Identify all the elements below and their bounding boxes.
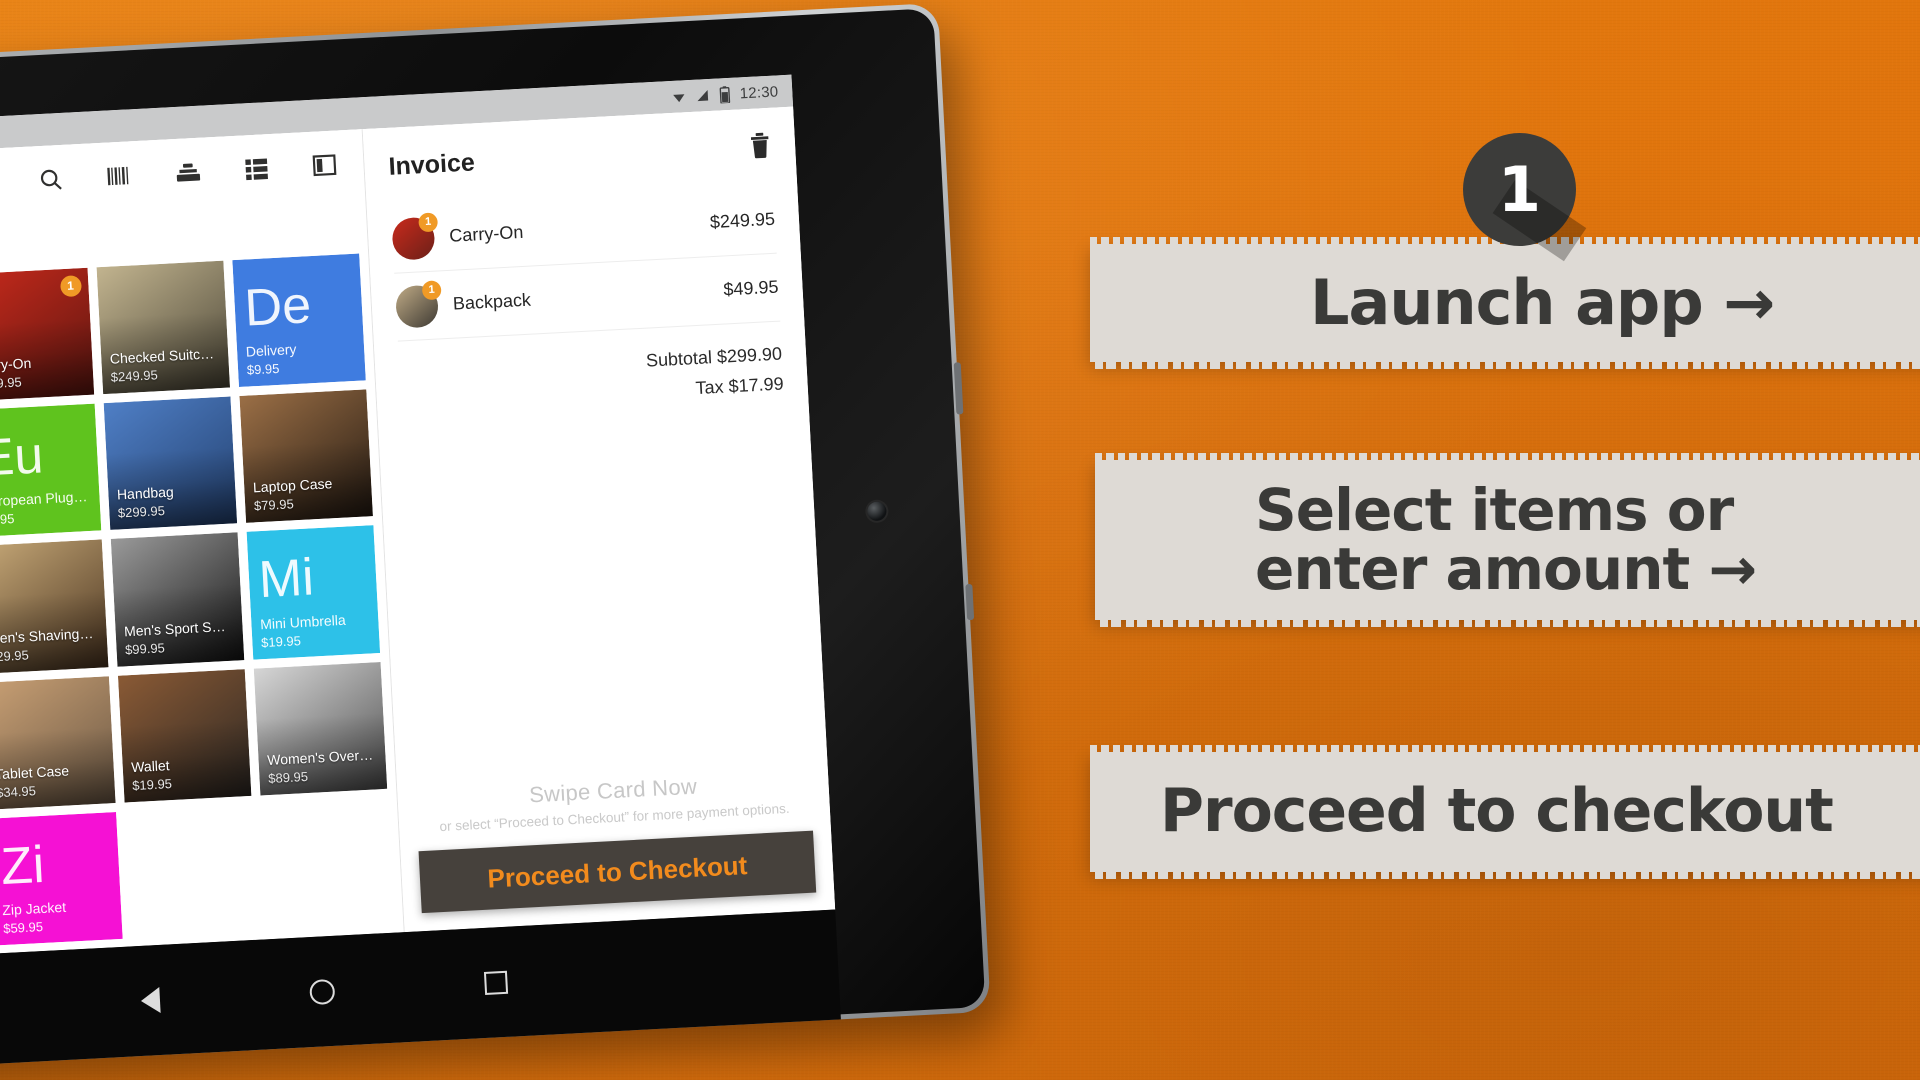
product-monogram: Eu bbox=[0, 426, 45, 488]
recents-icon[interactable] bbox=[483, 970, 508, 995]
invoice-total-value: $299.90 bbox=[716, 343, 783, 367]
signal-icon bbox=[695, 87, 711, 103]
product-price: $59.95 bbox=[2, 919, 44, 937]
invoice-item-name: Carry-On bbox=[448, 221, 524, 246]
product-tile[interactable]: Zi Zip Jacket $59.95 bbox=[0, 811, 123, 946]
product-tile[interactable]: Tablet Case $34.95 bbox=[0, 675, 116, 810]
product-tile[interactable]: Mi Mini Umbrella $19.95 bbox=[246, 525, 381, 660]
product-monogram: Zi bbox=[0, 835, 46, 896]
quantity-badge: 1 bbox=[59, 274, 82, 297]
invoice-item-thumbnail: 1 bbox=[391, 211, 439, 261]
step-number-badge: 1 bbox=[1463, 133, 1587, 262]
product-tile[interactable]: Wallet $19.95 bbox=[117, 668, 252, 803]
product-tile[interactable]: De Delivery $9.95 bbox=[232, 253, 366, 388]
barcode-icon[interactable] bbox=[105, 162, 133, 189]
step-number: 1 bbox=[1497, 153, 1542, 226]
invoice-quantity-badge: 1 bbox=[421, 279, 442, 300]
cash-drawer-icon[interactable] bbox=[174, 159, 202, 186]
home-icon[interactable] bbox=[308, 978, 335, 1005]
pos-app: ITEM DISCOUNTS 1Backpack$249.951Carry-On… bbox=[0, 106, 836, 962]
instruction-label-2b: enter amount bbox=[1255, 535, 1690, 603]
instruction-text-3: Proceed to checkout bbox=[1160, 776, 1834, 847]
search-icon[interactable] bbox=[37, 166, 64, 193]
product-tile[interactable]: Women's Over… $89.95 bbox=[253, 661, 388, 796]
invoice-pane: Invoice 1 Carry-On $249.95 1 Backpack $4… bbox=[362, 106, 836, 933]
invoice-title: Invoice bbox=[387, 147, 476, 181]
catalog-pane: ITEM DISCOUNTS 1Backpack$249.951Carry-On… bbox=[0, 129, 405, 962]
invoice-item-price: $249.95 bbox=[709, 208, 776, 233]
invoice-quantity-badge: 1 bbox=[418, 211, 439, 232]
instruction-strip-2: Select items or enter amount → bbox=[1095, 460, 1920, 620]
invoice-line-items: 1 Carry-On $249.95 1 Backpack $49.95 bbox=[367, 185, 805, 343]
back-icon[interactable] bbox=[139, 987, 161, 1014]
invoice-item-price: $49.95 bbox=[722, 276, 779, 300]
tablet-screen: 12:30 1 Carry-On $249.95 Checked Suitcas… bbox=[0, 74, 836, 962]
tablet-frame: 12:30 1 Carry-On $249.95 Checked Suitcas… bbox=[0, 2, 991, 1074]
product-tile[interactable]: Men's Shaving… $29.95 bbox=[0, 539, 108, 674]
product-price: $29.95 bbox=[0, 646, 30, 664]
list-view-icon[interactable] bbox=[243, 155, 270, 182]
instruction-strip-1: Launch app → bbox=[1090, 244, 1920, 362]
product-tile[interactable]: Eu European Plug… $7.95 bbox=[0, 403, 101, 538]
product-price: $7.95 bbox=[0, 511, 15, 528]
instruction-text-1: Launch app → bbox=[1310, 266, 1775, 340]
product-monogram: Mi bbox=[257, 548, 316, 610]
product-tile[interactable]: Laptop Case $79.95 bbox=[239, 389, 373, 524]
invoice-spacer bbox=[378, 402, 828, 789]
status-bar-clock: 12:30 bbox=[739, 82, 779, 102]
trash-icon[interactable] bbox=[748, 131, 772, 163]
product-price: $34.95 bbox=[0, 782, 37, 801]
invoice-total-label: Tax bbox=[695, 376, 725, 399]
instruction-label-2a: Select items or bbox=[1255, 475, 1734, 544]
instruction-strip-3: Proceed to checkout bbox=[1090, 752, 1920, 872]
invoice-item-thumbnail: 1 bbox=[394, 279, 442, 329]
instruction-text-2: Select items or enter amount → bbox=[1255, 480, 1757, 603]
arrow-icon-2: → bbox=[1708, 535, 1757, 603]
product-price: $249.95 bbox=[0, 374, 23, 392]
invoice-item-name: Backpack bbox=[452, 289, 532, 314]
arrow-icon-1: → bbox=[1723, 266, 1775, 340]
product-grid: 1Backpack$249.951Carry-On$249.95Checked … bbox=[0, 245, 404, 961]
panel-toggle-icon[interactable] bbox=[311, 152, 338, 179]
invoice-total-value: $17.99 bbox=[728, 373, 785, 397]
wifi-icon bbox=[671, 89, 687, 105]
product-monogram: De bbox=[243, 275, 313, 338]
invoice-total-label: Subtotal bbox=[645, 347, 713, 371]
instruction-label-1: Launch app bbox=[1310, 266, 1704, 340]
product-tile[interactable]: Checked Suitcase $249.95 bbox=[96, 260, 230, 395]
product-tile[interactable]: Handbag $299.95 bbox=[103, 396, 237, 531]
battery-icon bbox=[719, 85, 731, 103]
tablet-device: 12:30 1 Carry-On $249.95 Checked Suitcas… bbox=[0, 2, 1007, 1080]
product-tile[interactable]: 1 Carry-On $249.95 bbox=[0, 267, 94, 402]
product-tile[interactable]: Men's Sport Su… $99.95 bbox=[110, 532, 245, 667]
